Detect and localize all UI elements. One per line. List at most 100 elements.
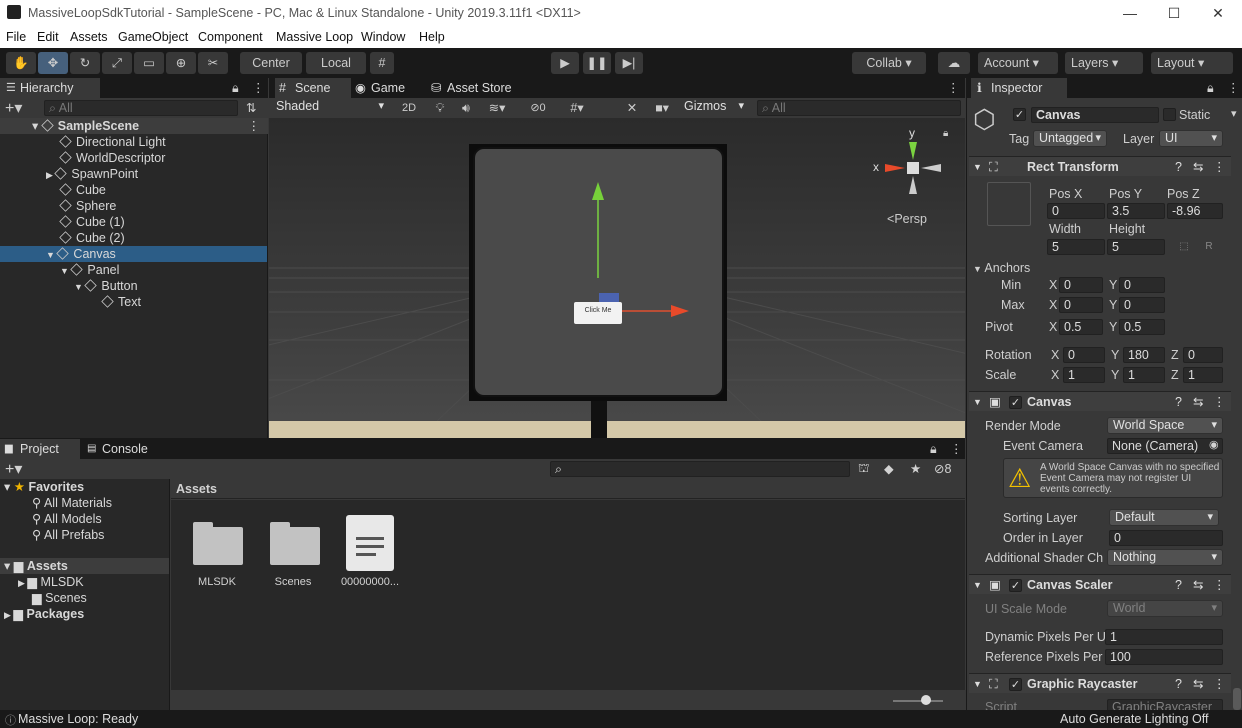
custom-tool-icon[interactable]: ✂ (198, 52, 228, 74)
help-icon[interactable]: ? (1175, 575, 1182, 595)
shader-channels-dropdown[interactable]: Nothing (1107, 549, 1223, 566)
enabled-checkbox[interactable]: ✓ (1009, 396, 1022, 409)
hidden-packages-toggle[interactable]: ⊘8 (934, 461, 951, 476)
component-menu-icon[interactable]: ⋮ (1213, 392, 1226, 412)
create-plus-icon[interactable]: +▾ (5, 98, 22, 118)
2d-toggle[interactable]: 2D (397, 99, 421, 117)
preset-icon[interactable]: ⇆ (1193, 392, 1203, 412)
more-menu-icon[interactable]: ⋮ (1227, 80, 1240, 95)
collapse-arrow-icon[interactable]: ▼ (973, 392, 982, 412)
pivot-local-button[interactable]: Local (306, 52, 366, 74)
active-checkbox[interactable]: ✓ (1013, 108, 1026, 121)
help-icon[interactable]: ? (1175, 392, 1182, 412)
maximize-button[interactable]: ☐ (1152, 0, 1196, 26)
object-name-field[interactable]: Canvas (1031, 107, 1159, 123)
filter-label-icon[interactable]: ◆ (884, 461, 894, 476)
width-field[interactable]: 5 (1047, 239, 1105, 255)
pivot-y-field[interactable]: 0.5 (1119, 319, 1165, 335)
lighting-bulb-icon[interactable]: 💡︎ (429, 99, 451, 117)
scene-search-input[interactable]: ⌕ All (757, 100, 961, 116)
scale-tool-icon[interactable]: ⤢ (102, 52, 132, 74)
scale-x-field[interactable]: 1 (1063, 367, 1105, 383)
rotation-x-field[interactable]: 0 (1063, 347, 1105, 363)
folder-icon[interactable] (270, 522, 320, 566)
list-item[interactable]: ▶ SpawnPoint (46, 166, 138, 182)
collapse-arrow-icon[interactable]: ▼ (46, 250, 57, 260)
audio-speaker-icon[interactable]: 🔊︎ (455, 99, 477, 117)
more-menu-icon[interactable]: ⋮ (950, 441, 963, 456)
list-item[interactable]: Directional Light (59, 134, 166, 150)
component-menu-icon[interactable]: ⋮ (1213, 157, 1226, 177)
collapse-arrow-icon[interactable]: ▼ (973, 575, 982, 595)
rotate-tool-icon[interactable]: ↻ (70, 52, 100, 74)
static-dropdown-arrow-icon[interactable]: ▾ (1231, 107, 1237, 120)
tab-game[interactable]: ◉ Game (351, 78, 427, 98)
component-menu-icon[interactable]: ⋮ (1213, 674, 1226, 694)
menu-help[interactable]: Help (419, 30, 445, 44)
list-item[interactable]: Cube (59, 182, 106, 198)
grid-snap-icon[interactable]: # (370, 52, 394, 74)
pivot-center-button[interactable]: Center (240, 52, 302, 74)
event-camera-field[interactable]: None (Camera) (1107, 438, 1223, 454)
pos-x-field[interactable]: 0 (1047, 203, 1105, 219)
rotation-z-field[interactable]: 0 (1183, 347, 1223, 363)
order-in-layer-field[interactable]: 0 (1109, 530, 1223, 546)
tab-scene[interactable]: # Scene (275, 78, 351, 98)
tag-dropdown[interactable]: Untagged (1033, 130, 1107, 147)
pos-y-field[interactable]: 3.5 (1107, 203, 1165, 219)
project-search-input[interactable]: ⌕ (550, 461, 850, 477)
perspective-toggle[interactable]: <Persp (887, 212, 927, 226)
inspector-scrollbar[interactable] (1233, 688, 1241, 710)
folder-icon[interactable] (193, 522, 243, 566)
collapse-arrow-icon[interactable]: ▼ (973, 157, 982, 177)
lock-icon[interactable]: 🔒︎ (1207, 81, 1214, 96)
expand-arrow-icon[interactable]: ▶ (4, 610, 13, 620)
static-checkbox[interactable] (1163, 108, 1176, 121)
canvas-component-header[interactable]: ▼ ▣ ✓ Canvas ? ⇆ ⋮ (969, 391, 1231, 411)
anchor-min-y-field[interactable]: 0 (1119, 277, 1165, 293)
effects-layers-icon[interactable]: ≋▾ (481, 99, 513, 117)
enabled-checkbox[interactable]: ✓ (1009, 678, 1022, 691)
menu-assets[interactable]: Assets (70, 30, 108, 44)
list-item[interactable]: Cube (1) (59, 214, 125, 230)
preset-icon[interactable]: ⇆ (1193, 157, 1203, 177)
expand-arrow-icon[interactable]: ▶ (46, 170, 55, 180)
sort-icon[interactable]: ⇅ (246, 100, 256, 115)
gizmo-lock-icon[interactable]: 🔒︎ (943, 128, 948, 139)
layers-dropdown[interactable]: Layers ▾ (1065, 52, 1143, 74)
icon-size-slider[interactable] (893, 700, 943, 702)
hidden-objects-toggle[interactable]: ⊘0 (523, 99, 553, 117)
layer-dropdown[interactable]: UI (1159, 130, 1223, 147)
list-item[interactable]: WorldDescriptor (59, 150, 165, 166)
scale-z-field[interactable]: 1 (1183, 367, 1223, 383)
rotation-y-field[interactable]: 180 (1123, 347, 1165, 363)
tab-console[interactable]: ▤ Console (82, 439, 162, 459)
rect-tool-icon[interactable]: ▭ (134, 52, 164, 74)
collapse-arrow-icon[interactable]: ▼ (60, 266, 71, 276)
transform-tool-icon[interactable]: ⊕ (166, 52, 196, 74)
lighting-status[interactable]: Auto Generate Lighting Off (1060, 712, 1208, 726)
menu-massive-loop[interactable]: Massive Loop (276, 30, 353, 44)
collapse-arrow-icon[interactable]: ▼ (973, 674, 982, 694)
menu-window[interactable]: Window (361, 30, 405, 44)
tab-project[interactable]: ▆ Project (0, 439, 80, 459)
more-menu-icon[interactable]: ⋮ (252, 80, 265, 95)
more-menu-icon[interactable]: ⋮ (947, 80, 960, 95)
list-item[interactable]: ⚲ All Prefabs (32, 527, 104, 543)
camera-icon[interactable]: ■▾ (647, 99, 677, 117)
dynamic-pixels-field[interactable]: 1 (1105, 629, 1223, 645)
help-icon[interactable]: ? (1175, 157, 1182, 177)
gizmos-dropdown[interactable]: Gizmos (679, 99, 749, 116)
collapse-arrow-icon[interactable]: ▼ (74, 282, 85, 292)
create-plus-icon[interactable]: +▾ (5, 459, 22, 479)
collab-button[interactable]: Collab ▾ (852, 52, 926, 74)
tools-icon[interactable]: ✕ (621, 99, 643, 117)
menu-edit[interactable]: Edit (37, 30, 59, 44)
tab-inspector[interactable]: ℹ Inspector (971, 78, 1067, 98)
list-item-selected[interactable]: ▼ Canvas (0, 246, 267, 262)
minimize-button[interactable]: — (1108, 0, 1152, 26)
shading-mode-dropdown[interactable]: Shaded (271, 99, 389, 116)
list-item[interactable]: ▶ ▆ MLSDK (18, 574, 84, 590)
help-icon[interactable]: ? (1175, 674, 1182, 694)
pos-z-field[interactable]: -8.96 (1167, 203, 1223, 219)
